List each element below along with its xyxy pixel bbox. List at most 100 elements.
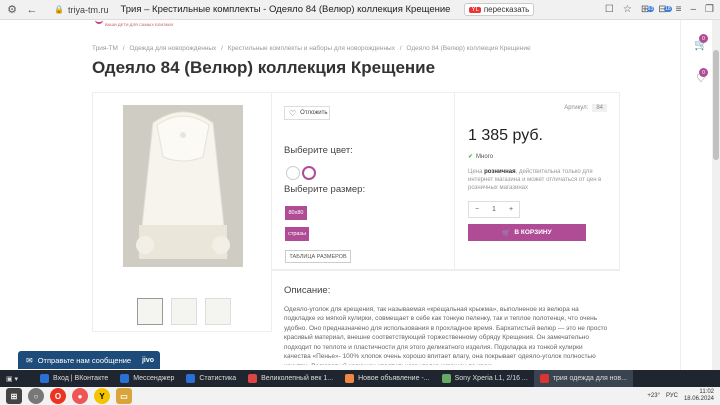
breadcrumb-item[interactable]: Крестильные комплекты и наборы для новор… xyxy=(228,45,395,52)
breadcrumb-item[interactable]: Трия-ТМ xyxy=(92,45,118,52)
vk-icon xyxy=(186,374,196,383)
scrollbar-thumb[interactable] xyxy=(713,50,719,160)
site-logo[interactable]: ВАШИ ДЕТИ ДЛЯ САМЫХ БЛИЗКИХ xyxy=(95,18,205,32)
qty-value[interactable]: 1 xyxy=(486,206,502,213)
avito-icon xyxy=(345,374,355,383)
cart-count-badge: 0 xyxy=(699,34,708,43)
taskbar-apps: ⊞ ○ O ● Y ▭ +23° РУС 11:02 18.06.2024 xyxy=(0,387,720,405)
retell-label: пересказать xyxy=(483,5,530,14)
taskbar-item[interactable]: Вход | ВКонтакте xyxy=(34,370,114,387)
page-title-bar: Трия – Крестильные комплекты - Одеяло 84… xyxy=(120,4,451,15)
video-icon xyxy=(248,374,258,383)
breadcrumb-sep: / xyxy=(399,45,402,52)
back-icon[interactable]: ← xyxy=(24,2,40,18)
taskbar-item[interactable]: Sony Xperia L1, 2/16 ... xyxy=(436,370,534,387)
chat-widget[interactable]: ✉ Отправьте нам сообщение jivo xyxy=(18,351,160,369)
yandex-icon xyxy=(539,374,549,383)
clock[interactable]: 11:02 18.06.2024 xyxy=(684,389,714,402)
heart-icon: ♡ xyxy=(289,108,297,118)
description-text: Одеяло-уголок для крещения, так называем… xyxy=(284,306,608,365)
browser-toolbar: ⚙ ← 🔒 triya-tm.ru Трия – Крестильные ком… xyxy=(0,0,720,20)
taskbar-item-label: трия одежда для нов... xyxy=(552,375,627,382)
breadcrumb-sep: / xyxy=(122,45,125,52)
language-indicator[interactable]: РУС xyxy=(666,393,678,399)
size-table-button[interactable]: ТАБЛИЦА РАЗМЕРОВ xyxy=(285,250,351,263)
taskbar-menu-icon[interactable]: ▣ ▾ xyxy=(0,370,34,387)
color-swatch-selected[interactable] xyxy=(302,166,316,180)
taskbar-item[interactable]: Мессенджер xyxy=(114,370,180,387)
choose-size-label: Выберите размер: xyxy=(284,184,366,195)
taskbar-item-label: Вход | ВКонтакте xyxy=(53,375,109,382)
minimize-icon[interactable]: – xyxy=(690,4,696,15)
settings-icon[interactable]: ⚙ xyxy=(4,2,20,18)
vk-icon xyxy=(120,374,130,383)
product-title: Одеяло 84 (Велюр) коллекция Крещение xyxy=(92,58,436,77)
add-to-cart-button[interactable]: 🛒 В КОРЗИНУ xyxy=(468,224,586,241)
opera-icon[interactable]: O xyxy=(50,388,66,404)
stock-status: ✔ Много xyxy=(468,153,493,160)
breadcrumb-item[interactable]: Одежда для новорожденных xyxy=(129,45,216,52)
yandex-retell-icon: YL xyxy=(469,6,481,13)
taskbar-item[interactable]: Новое объявление -... xyxy=(339,370,435,387)
gallery-thumbnail[interactable] xyxy=(137,298,163,325)
article-label: Артикул: xyxy=(564,105,589,111)
taskbar-item[interactable]: Статистика xyxy=(180,370,242,387)
maximize-icon[interactable]: ❐ xyxy=(705,4,714,15)
product-price: 1 385 руб. xyxy=(468,127,543,144)
taskbar-item[interactable]: Великолепный век 1... xyxy=(242,370,339,387)
description-title: Описание: xyxy=(284,285,331,296)
vk-icon xyxy=(40,374,49,383)
windows-taskbar: ▣ ▾ Вход | ВКонтакте Мессенджер Статисти… xyxy=(0,370,720,405)
taskbar-item-active[interactable]: трия одежда для нов... xyxy=(533,370,633,387)
cart-icon: 🛒 xyxy=(502,229,511,237)
address-bar[interactable]: 🔒 triya-tm.ru xyxy=(54,5,108,15)
price-note: Цена розничная, действительна только для… xyxy=(468,169,608,192)
product-description: Описание: Одеяло-уголок для крещения, та… xyxy=(272,270,620,370)
taskbar-item-label: Новое объявление -... xyxy=(358,375,430,382)
chat-bubble-icon: ✉ xyxy=(26,355,33,365)
buy-panel: Артикул: 84 1 385 руб. ✔ Много Цена рознич… xyxy=(454,92,620,270)
taskbar-item-label: Мессенджер xyxy=(133,375,175,382)
stock-label: Много xyxy=(476,154,494,160)
check-icon: ✔ xyxy=(468,154,474,160)
clock-date: 18.06.2024 xyxy=(683,396,714,402)
folder-icon[interactable]: ▭ xyxy=(116,388,132,404)
extension-icon[interactable]: ⊞ 93 xyxy=(641,4,655,15)
system-tray: +23° РУС 11:02 18.06.2024 xyxy=(647,389,714,402)
qty-minus-button[interactable]: − xyxy=(469,206,485,213)
product-options: ♡ Отложить Выберите цвет: Выберите разме… xyxy=(272,92,454,270)
menu-icon[interactable]: ≡ xyxy=(676,4,682,15)
taskbar-item-label: Sony Xperia L1, 2/16 ... xyxy=(454,375,528,382)
taskbar-item-label: Великолепный век 1... xyxy=(261,375,334,382)
page-scrollbar[interactable] xyxy=(712,20,720,370)
article-info: Артикул: 84 xyxy=(564,104,607,112)
yandex-browser-icon[interactable]: Y xyxy=(94,388,110,404)
price-note-bold: розничная xyxy=(484,169,516,175)
downloads-badge: 18 xyxy=(664,6,672,12)
downloads-icon[interactable]: ⊟ 18 xyxy=(658,4,672,15)
app-icon[interactable]: ● xyxy=(72,388,88,404)
star-icon[interactable]: ☆ xyxy=(623,4,632,15)
weather-text: +23° xyxy=(647,393,660,399)
taskbar-item-label: Статистика xyxy=(199,375,237,382)
quantity-stepper: − 1 + xyxy=(468,201,520,218)
size-option-80x80[interactable]: 80х80 xyxy=(285,206,307,220)
product-main-image[interactable] xyxy=(123,105,243,267)
retell-button[interactable]: YL пересказать xyxy=(464,3,535,16)
bookmark-icon[interactable]: ☐ xyxy=(605,4,614,15)
search-icon[interactable]: ○ xyxy=(28,388,44,404)
blanket-illustration xyxy=(123,105,243,267)
page-icon xyxy=(441,374,451,383)
color-swatch-white[interactable] xyxy=(286,166,300,180)
gallery-thumbnail[interactable] xyxy=(171,298,197,325)
qty-plus-button[interactable]: + xyxy=(503,206,519,213)
taskbar-windows: ▣ ▾ Вход | ВКонтакте Мессенджер Статисти… xyxy=(0,370,720,387)
breadcrumb: Трия-ТМ / Одежда для новорожденных / Кре… xyxy=(92,45,534,52)
choose-color-label: Выберите цвет: xyxy=(284,145,353,156)
gallery-thumbnail[interactable] xyxy=(205,298,231,325)
windows-start-icon[interactable]: ⊞ xyxy=(6,388,22,404)
postpone-button[interactable]: ♡ Отложить xyxy=(284,106,330,120)
add-to-cart-label: В КОРЗИНУ xyxy=(514,229,552,236)
size-option-strazy[interactable]: стразы xyxy=(285,227,309,241)
breadcrumb-current: Одеяло 84 (Велюр) коллекция Крещение xyxy=(406,45,531,52)
